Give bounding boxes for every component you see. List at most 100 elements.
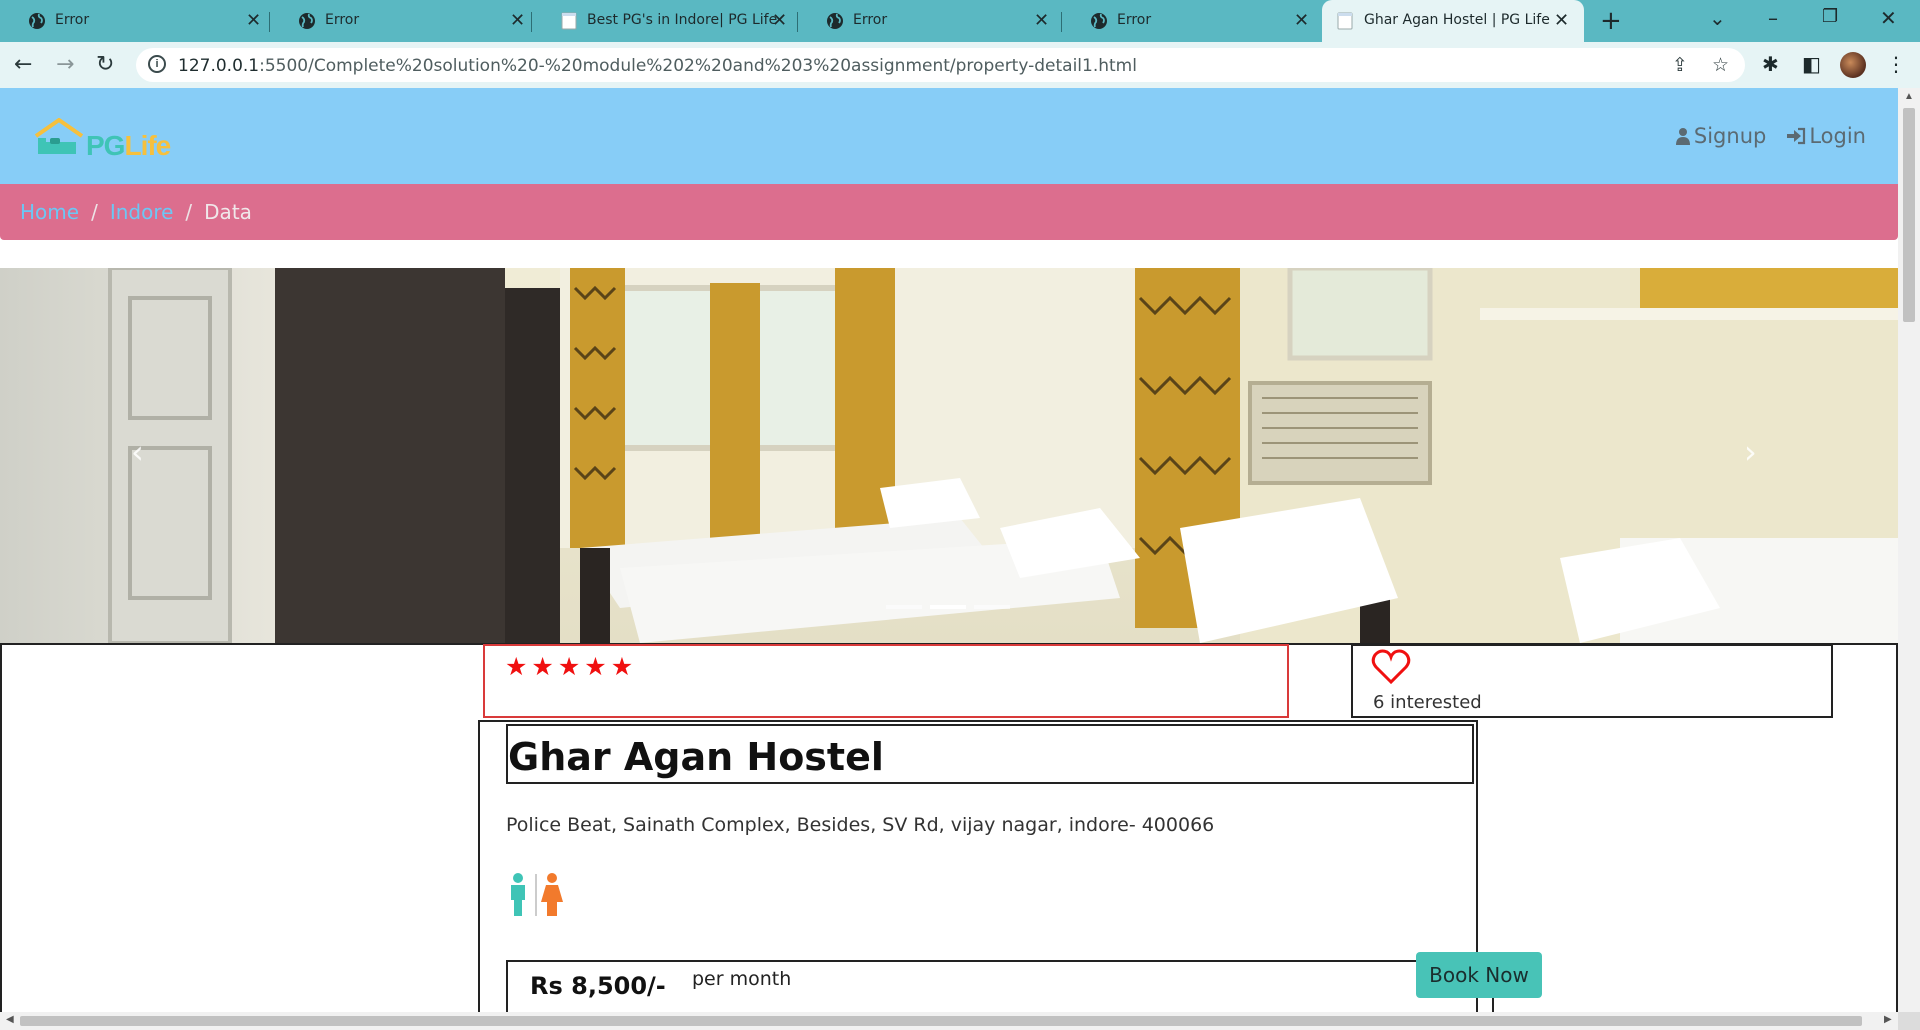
page-icon xyxy=(561,12,577,30)
tab-close-icon[interactable]: ✕ xyxy=(772,10,787,31)
globe-icon xyxy=(299,13,315,29)
url-path: :5500/Complete%20solution%20-%20module%2… xyxy=(259,56,1137,76)
tab-search-icon[interactable]: ⌄ xyxy=(1709,6,1726,30)
breadcrumb-home[interactable]: Home xyxy=(20,200,79,224)
address-bar: ← → ↻ i 127.0.0.1:5500/Complete%20soluti… xyxy=(0,42,1920,88)
tab-title: Error xyxy=(325,12,360,28)
tab-close-icon[interactable]: ✕ xyxy=(510,10,525,31)
rating-box: ★ ★ ★ ★ ★ xyxy=(483,644,1289,718)
tab-close-icon[interactable]: ✕ xyxy=(1294,10,1309,31)
tab-title: Error xyxy=(55,12,90,28)
url-text: 127.0.0.1:5500/Complete%20solution%20-%2… xyxy=(178,56,1137,76)
side-panel-icon[interactable]: ◧ xyxy=(1802,52,1821,76)
star-icon: ★ xyxy=(584,653,607,681)
star-icon: ★ xyxy=(557,653,581,681)
reload-icon[interactable]: ↻ xyxy=(96,52,114,77)
page-icon xyxy=(1337,12,1353,30)
browser-tab[interactable]: Error ✕ xyxy=(270,0,532,42)
menu-icon[interactable]: ⋮ xyxy=(1886,52,1906,76)
bookmark-star-icon[interactable]: ☆ xyxy=(1712,54,1729,76)
breadcrumb-separator: / xyxy=(91,200,98,224)
breadcrumb-current: Data xyxy=(204,200,252,224)
sign-in-icon xyxy=(1787,127,1806,145)
carousel-indicator-active[interactable] xyxy=(930,605,966,609)
carousel-prev-icon[interactable]: ‹ xyxy=(131,433,144,471)
breadcrumb-trail: Home / Indore / Data xyxy=(20,200,252,224)
extensions-icon[interactable]: ✱ xyxy=(1762,52,1779,76)
browser-tab[interactable]: Error ✕ xyxy=(0,0,270,42)
globe-icon xyxy=(827,13,843,29)
browser-tab-active[interactable]: Ghar Agan Hostel | PG Life ✕ xyxy=(1322,0,1584,42)
site-header: PGLife Signup Login xyxy=(0,88,1898,184)
share-icon[interactable]: ⇪ xyxy=(1672,54,1688,76)
close-window-icon[interactable]: ✕ xyxy=(1880,6,1897,30)
rent-unit: per month xyxy=(692,968,792,990)
horizontal-scrollbar[interactable]: ◀ ▶ xyxy=(0,1012,1898,1030)
scrollbar-thumb[interactable] xyxy=(20,1016,1862,1026)
browser-tab[interactable]: Error ✕ xyxy=(1062,0,1322,42)
property-image-carousel: ‹ › xyxy=(0,268,1898,643)
web-page: PGLife Signup Login Home / Indore / Data xyxy=(0,88,1898,1012)
tab-close-icon[interactable]: ✕ xyxy=(246,10,261,31)
brand-pg: PG xyxy=(86,130,125,161)
star-rating: ★ ★ ★ ★ ★ xyxy=(505,652,633,682)
brand-name: PGLife xyxy=(86,130,171,162)
tab-close-icon[interactable]: ✕ xyxy=(1554,10,1569,31)
star-icon: ★ xyxy=(505,653,528,681)
tab-title: Error xyxy=(1117,12,1152,28)
browser-tab[interactable]: Best PG's in Indore| PG Life ✕ xyxy=(532,0,798,42)
property-name: Ghar Agan Hostel xyxy=(508,735,884,779)
globe-icon xyxy=(1091,13,1107,29)
carousel-indicator[interactable] xyxy=(974,605,1010,609)
forward-icon[interactable]: → xyxy=(56,52,74,77)
url-host: 127.0.0.1 xyxy=(178,56,260,76)
interested-count: 6 interested xyxy=(1373,692,1482,713)
restore-icon[interactable]: ❐ xyxy=(1822,6,1838,27)
signup-label: Signup xyxy=(1693,124,1767,148)
scrollbar-thumb[interactable] xyxy=(1903,108,1915,322)
property-title-box: Ghar Agan Hostel xyxy=(506,724,1474,784)
browser-tab-bar: Error ✕ Error ✕ Best PG's in Indore| PG … xyxy=(0,0,1920,42)
tab-close-icon[interactable]: ✕ xyxy=(1034,10,1049,31)
scrollbar-corner xyxy=(1898,1012,1920,1030)
carousel-next-icon[interactable]: › xyxy=(1744,433,1757,471)
rent-amount: Rs 8,500/- xyxy=(530,972,666,1000)
scroll-left-icon[interactable]: ◀ xyxy=(6,1014,14,1025)
signup-link[interactable]: Signup xyxy=(1675,124,1766,148)
auth-links: Signup Login xyxy=(1675,124,1866,148)
login-link[interactable]: Login xyxy=(1786,124,1866,148)
tab-title: Ghar Agan Hostel | PG Life xyxy=(1364,12,1550,28)
minimize-icon[interactable]: – xyxy=(1768,6,1778,30)
breadcrumb-separator: / xyxy=(185,200,193,224)
site-info-icon[interactable]: i xyxy=(148,55,166,73)
tab-title: Best PG's in Indore| PG Life xyxy=(587,12,778,28)
vertical-scrollbar[interactable]: ▲ xyxy=(1898,88,1920,1012)
house-logo-icon xyxy=(34,118,84,154)
login-label: Login xyxy=(1809,124,1866,148)
room-photo xyxy=(0,268,1898,643)
back-icon[interactable]: ← xyxy=(14,52,32,77)
breadcrumb-city[interactable]: Indore xyxy=(110,200,174,224)
tab-title: Error xyxy=(853,12,888,28)
carousel-indicator[interactable] xyxy=(886,605,922,609)
book-now-button[interactable]: Book Now xyxy=(1416,952,1542,998)
interest-box: 6 interested xyxy=(1351,644,1833,718)
rent-row: Rs 8,500/- per month xyxy=(506,960,1494,1012)
new-tab-button[interactable]: + xyxy=(1600,6,1622,36)
heart-icon[interactable] xyxy=(1371,648,1411,686)
breadcrumb: Home / Indore / Data xyxy=(0,184,1898,240)
property-address: Police Beat, Sainath Complex, Besides, S… xyxy=(506,814,1215,836)
unisex-icon xyxy=(511,873,563,916)
site-logo[interactable]: PGLife xyxy=(32,118,182,164)
star-icon: ★ xyxy=(531,653,554,681)
carousel-indicators xyxy=(886,605,1010,609)
profile-avatar[interactable] xyxy=(1840,52,1866,78)
property-info-box: Ghar Agan Hostel Police Beat, Sainath Co… xyxy=(478,720,1494,1012)
browser-tab[interactable]: Error ✕ xyxy=(798,0,1062,42)
user-icon xyxy=(1675,128,1690,145)
scroll-up-icon[interactable]: ▲ xyxy=(1904,91,1914,102)
globe-icon xyxy=(29,13,45,29)
url-field[interactable]: i 127.0.0.1:5500/Complete%20solution%20-… xyxy=(136,48,1745,82)
brand-life: Life xyxy=(124,130,171,161)
scroll-right-icon[interactable]: ▶ xyxy=(1884,1014,1892,1025)
